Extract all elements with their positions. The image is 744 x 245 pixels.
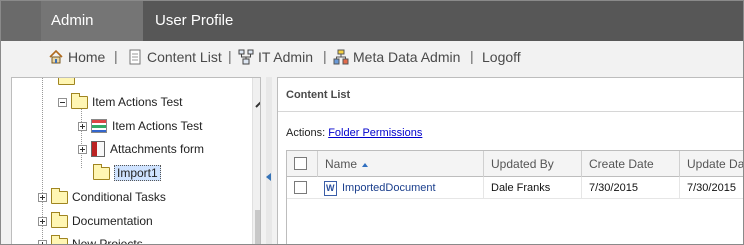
tree-item-label: Documentation — [72, 214, 153, 228]
table-row[interactable]: ImportedDocument Dale Franks 7/30/2015 7… — [287, 177, 743, 199]
tab-bar: Admin Profile User Profile — [1, 1, 743, 69]
expand-icon[interactable] — [38, 192, 47, 202]
tree-item-import1[interactable]: Import1 — [93, 163, 161, 182]
tree-item-label: Conditional Tasks — [72, 190, 166, 204]
chevron-up-icon[interactable] — [255, 95, 260, 111]
folder-permissions-link[interactable]: Folder Permissions — [328, 127, 422, 139]
nav-meta-data-admin[interactable]: Meta Data Admin — [333, 48, 460, 66]
nav-separator: | — [470, 48, 474, 64]
tree-item-item-actions-test-folder[interactable]: Item Actions Test — [58, 92, 183, 111]
collapse-left-icon[interactable] — [266, 173, 271, 181]
folder-icon — [51, 211, 68, 228]
app-window: Admin Profile User Profile Home | Conten… — [0, 0, 744, 245]
nav-meta-data-admin-label: Meta Data Admin — [353, 49, 461, 65]
expand-icon[interactable] — [38, 216, 47, 226]
form-icon — [91, 119, 107, 133]
nav-home[interactable]: Home — [48, 48, 105, 66]
column-header-updated-by[interactable]: Updated By — [483, 151, 581, 177]
tree-item-label: New Projects — [72, 237, 143, 245]
folder-icon — [71, 92, 88, 109]
folder-icon — [58, 78, 75, 85]
tree-item-label: Attachments form — [110, 142, 205, 156]
nav-content-list[interactable]: Content List — [127, 48, 222, 66]
tab-bar-strip — [1, 1, 41, 41]
tree-item-label: Import1 — [114, 165, 161, 181]
tree-item-conditional-tasks[interactable]: Conditional Tasks — [38, 187, 166, 206]
cell-name: ImportedDocument — [317, 177, 483, 199]
tree-item-label: Item Actions Test — [112, 119, 203, 133]
nav-home-label: Home — [68, 49, 106, 65]
tab-user-profile[interactable]: User Profile — [145, 1, 243, 41]
tree-item-item-actions-test-form[interactable]: Item Actions Test — [78, 117, 203, 135]
content-grid: Name Updated By Create Date Update Da Im… — [286, 150, 743, 244]
pane-splitter[interactable] — [266, 77, 272, 244]
content-pane-title: Content List — [286, 89, 351, 101]
tab-admin-profile[interactable]: Admin Profile — [41, 1, 143, 69]
collapse-icon[interactable] — [58, 97, 67, 107]
tree-item-new-projects[interactable]: New Projects — [38, 234, 143, 245]
actions-bar: Actions: Folder Permissions — [286, 127, 422, 139]
folder-icon — [51, 187, 68, 204]
nav-logoff-label: Logoff — [482, 49, 521, 65]
actions-label: Actions: — [286, 127, 326, 139]
nav-logoff[interactable]: Logoff — [482, 48, 521, 66]
expand-icon[interactable] — [38, 239, 47, 244]
hierarchy-icon — [333, 49, 349, 65]
nav-separator: | — [323, 48, 327, 64]
nav-it-admin[interactable]: IT Admin — [238, 48, 313, 66]
column-header-name[interactable]: Name — [317, 151, 483, 177]
expand-icon[interactable] — [78, 144, 87, 154]
content-pane: Content List Actions: Folder Permissions… — [277, 77, 743, 244]
tree-scrollbar[interactable] — [252, 78, 260, 244]
grid-header: Name Updated By Create Date Update Da — [287, 151, 743, 177]
column-header-update-date[interactable]: Update Da — [679, 151, 743, 177]
scrollbar-thumb[interactable] — [255, 210, 260, 244]
nav-content-list-label: Content List — [147, 49, 222, 65]
tree-item-label: Item Actions Test — [92, 95, 183, 109]
cell-updated-by: Dale Franks — [483, 177, 581, 199]
nav-separator: | — [114, 48, 118, 64]
word-document-icon — [324, 180, 337, 196]
cell-create-date: 7/30/2015 — [581, 177, 679, 199]
nav-separator: | — [228, 48, 232, 64]
row-checkbox[interactable] — [294, 181, 307, 194]
cell-update-date: 7/30/2015 — [679, 177, 743, 199]
expand-icon[interactable] — [78, 121, 87, 131]
folder-icon — [51, 234, 68, 244]
nav-it-admin-label: IT Admin — [258, 49, 313, 65]
select-all-checkbox[interactable] — [294, 157, 307, 170]
tree-item-cut-off[interactable] — [58, 78, 79, 87]
sort-ascending-icon — [362, 162, 369, 167]
column-header-create-date[interactable]: Create Date — [581, 151, 679, 177]
document-icon — [127, 49, 143, 65]
nav-bar: Home | Content List | IT Admin | Meta Da… — [1, 41, 743, 71]
folder-tree-pane: Item Actions Test Item Actions Test Atta… — [11, 77, 261, 245]
attachment-form-icon — [91, 141, 105, 157]
tree-item-documentation[interactable]: Documentation — [38, 211, 153, 230]
tree-item-attachments-form[interactable]: Attachments form — [78, 140, 204, 158]
network-icon — [238, 49, 254, 65]
column-header-label: Name — [325, 157, 358, 171]
content-pane-header: Content List — [278, 78, 743, 112]
document-link[interactable]: ImportedDocument — [342, 182, 436, 194]
home-icon — [48, 49, 64, 65]
folder-icon — [93, 163, 110, 180]
